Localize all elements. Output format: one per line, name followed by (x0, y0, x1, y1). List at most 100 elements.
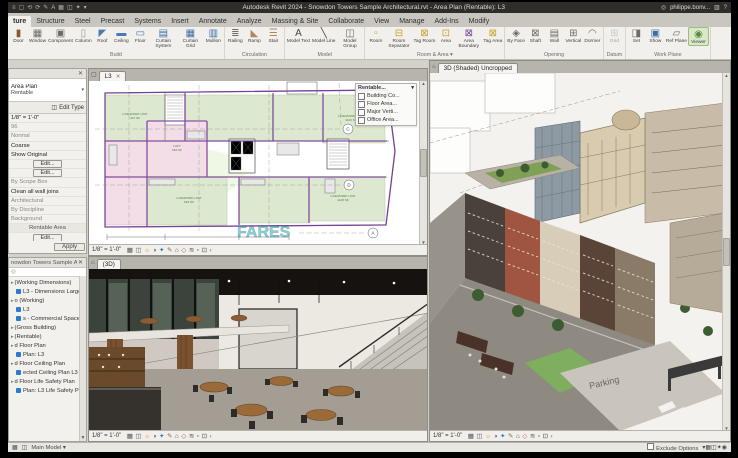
browser-item-d-floor-ceiling-plan[interactable]: ▸d Floor Ceiling Plan (11, 359, 85, 368)
qat-icon-1[interactable]: ▢ (19, 3, 25, 13)
ribbon-tab-systems[interactable]: Systems (129, 16, 166, 27)
interior-control-icon-6[interactable]: ⌂ (175, 432, 179, 441)
plan-vertical-scrollbar[interactable]: ▲▼ (419, 81, 427, 245)
ribbon-button-grid[interactable]: ⊞Grid (605, 27, 624, 44)
exterior-control-icon-9[interactable]: ▫ (538, 432, 540, 441)
ribbon-tab-collaborate[interactable]: Collaborate (323, 16, 369, 27)
browser-item-d-floor-plan[interactable]: ▸d Floor Plan (11, 341, 85, 350)
tree-expand-icon[interactable]: ▸ (11, 379, 14, 385)
qat-icon-8[interactable]: ✦ (76, 3, 81, 13)
tree-expand-icon[interactable]: ▸ (11, 343, 14, 349)
plan-control-icon-11[interactable]: ‹ (210, 246, 212, 255)
browser-scrollbar[interactable]: ▼ (79, 276, 86, 441)
ribbon-button-component[interactable]: ▣Component (47, 27, 74, 44)
interior-control-icon-7[interactable]: ◇ (181, 432, 186, 441)
plan-scale[interactable]: 1/8" = 1'-0" (92, 247, 121, 253)
interior-render[interactable] (89, 269, 428, 433)
ribbon-button-area-boundary[interactable]: ⊠Area Boundary (455, 27, 482, 50)
interior-scale[interactable]: 1/8" = 1'-0" (92, 433, 121, 439)
property-row[interactable]: By Discipline (9, 206, 86, 215)
ribbon-button-roof[interactable]: ◤Roof (93, 27, 112, 44)
browser-item-rentable[interactable]: ▸(Rentable) (11, 332, 85, 341)
ribbon-button-by-face[interactable]: ◈By Face (506, 27, 526, 44)
account-user-label[interactable]: philippe.bonv... (670, 5, 710, 11)
checkbox[interactable] (358, 101, 365, 108)
plan-control-icon-5[interactable]: ✎ (167, 246, 172, 255)
ribbon-tab-manage[interactable]: Manage (394, 16, 429, 27)
interior-view-tab[interactable]: (3D) (97, 259, 121, 269)
interior-control-icon-3[interactable]: ◑ (153, 432, 157, 441)
ribbon-button-model-line[interactable]: ╲Model Line (311, 27, 336, 44)
property-row[interactable]: Edit... (9, 160, 86, 169)
qat-icon-3[interactable]: ⟳ (35, 3, 40, 13)
exterior-control-icon-2[interactable]: ☼ (485, 432, 491, 441)
qat-icon-6[interactable]: ▦ (58, 3, 64, 13)
browser-item-d-floor-life-safety-plan[interactable]: ▸d Floor Life Safety Plan (11, 377, 85, 386)
ribbon-tab-view[interactable]: View (369, 16, 394, 27)
plan-view-tab[interactable]: L3 ✕ (99, 71, 127, 81)
browser-item-ected-ceiling-plan-l3[interactable]: ected Ceiling Plan L3 (11, 368, 85, 377)
ribbon-button-tag-area[interactable]: ⊠Tag Area (482, 27, 503, 44)
exterior-vertical-scrollbar[interactable]: ▲▼ (722, 73, 730, 431)
plan-control-icon-0[interactable]: ▦ (127, 246, 133, 255)
ribbon-button-railing[interactable]: ≣Railing (226, 27, 245, 44)
ribbon-button-vertical[interactable]: ⊞Vertical (564, 27, 583, 44)
quick-access-toolbar[interactable]: ≡▢⟲⟳✎A▦◫✦▾ (12, 3, 87, 13)
ribbon-tab-massing-site[interactable]: Massing & Site (267, 16, 324, 27)
property-row[interactable]: 96 (9, 123, 86, 132)
help-icon[interactable]: ? (724, 5, 727, 11)
interior-control-icon-5[interactable]: ✎ (167, 432, 172, 441)
plan-control-icon-4[interactable]: ✦ (159, 246, 164, 255)
interior-control-icon-10[interactable]: ⊡ (202, 432, 207, 441)
property-row[interactable]: Clean all wall joins (9, 188, 86, 197)
property-row[interactable]: By Scope Box (9, 178, 86, 187)
home-icon[interactable]: ⌂ (91, 258, 95, 269)
plan-control-icon-3[interactable]: ◑ (153, 246, 157, 255)
ribbon-button-model-text[interactable]: AModel Text (286, 27, 311, 44)
exterior-control-icon-4[interactable]: ✦ (500, 432, 505, 441)
browser-item-plan-l3[interactable]: Plan: L3 (11, 350, 85, 359)
ribbon-button-ceiling[interactable]: ▬Ceiling (112, 27, 131, 44)
ribbon-button-shaft[interactable]: ⊠Shaft (526, 27, 545, 44)
browser-item-working-dimensions[interactable]: ▸(Working Dimensions) (11, 278, 85, 287)
browser-item-s-commercial-space-l3[interactable]: s - Commercial Space L3 (11, 314, 85, 323)
plan-control-icon-10[interactable]: ⊡ (202, 246, 207, 255)
design-options-icon[interactable]: ◫ (22, 444, 28, 451)
ribbon-tab-precast[interactable]: Precast (96, 16, 130, 27)
edit-type-button[interactable]: ◫ Edit Type (9, 102, 86, 114)
ribbon-tab-ture[interactable]: ture (8, 16, 31, 27)
ribbon-button-viewer[interactable]: ◉Viewer (688, 27, 709, 46)
qat-icon-0[interactable]: ≡ (12, 3, 16, 13)
filter-option-building-co[interactable]: Building Co... (358, 92, 414, 100)
close-icon[interactable]: ✕ (77, 259, 84, 266)
chevron-down-icon[interactable]: ▾ (411, 85, 414, 91)
plan-control-icon-6[interactable]: ⌂ (175, 246, 179, 255)
ribbon-tab-insert[interactable]: Insert (166, 16, 194, 27)
ribbon-tab-modify[interactable]: Modify (464, 16, 495, 27)
ribbon-button-tag-room[interactable]: ⊠Tag Room (412, 27, 436, 44)
ribbon-tab-steel[interactable]: Steel (70, 16, 96, 27)
exterior-control-icon-1[interactable]: ◫ (476, 432, 482, 441)
cart-icon[interactable]: ▥ (714, 4, 720, 11)
qat-icon-7[interactable]: ◫ (67, 3, 73, 13)
plan-control-icon-9[interactable]: ▫ (197, 246, 199, 255)
plan-control-icon-8[interactable]: ≋ (189, 246, 194, 255)
exterior-control-icon-0[interactable]: ▦ (468, 432, 474, 441)
exterior-control-icon-5[interactable]: ✎ (508, 432, 513, 441)
interior-control-icon-0[interactable]: ▦ (127, 432, 133, 441)
exterior-render[interactable]: Parking (430, 73, 725, 433)
qat-icon-5[interactable]: A (51, 3, 55, 13)
tree-expand-icon[interactable]: ▸ (11, 280, 14, 286)
tree-expand-icon[interactable]: ▸ (11, 298, 14, 304)
ribbon-tab-structure[interactable]: Structure (31, 16, 69, 27)
ribbon-button-ramp[interactable]: ◣Ramp (245, 27, 264, 44)
close-icon[interactable]: ✕ (77, 70, 84, 77)
ribbon-button-curtain-grid[interactable]: ▦Curtain Grid (177, 27, 204, 50)
interior-control-icon-11[interactable]: ‹ (210, 432, 212, 441)
interior-control-icon-2[interactable]: ☼ (144, 432, 150, 441)
property-row[interactable]: Architectural (9, 197, 86, 206)
interior-control-icon-8[interactable]: ≋ (189, 432, 194, 441)
exterior-control-icon-11[interactable]: ‹ (551, 432, 553, 441)
worksets-icon[interactable]: ▦ (12, 444, 18, 451)
ribbon-tab-add-ins[interactable]: Add-Ins (429, 16, 463, 27)
